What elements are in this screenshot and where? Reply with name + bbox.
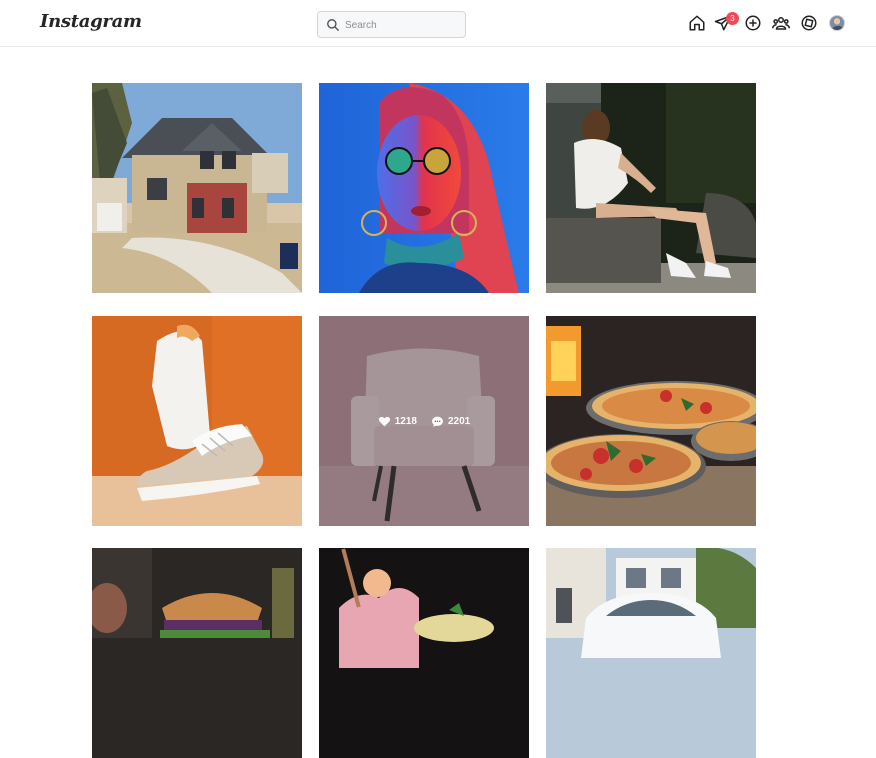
house-photo: [92, 83, 302, 293]
instagram-logo[interactable]: Instagram: [40, 11, 142, 32]
comments-stat: 2201: [431, 415, 470, 428]
white-car-photo: [546, 548, 756, 758]
woman-sitting-photo: [546, 83, 756, 293]
search-box[interactable]: [317, 11, 466, 38]
new-post-icon[interactable]: [744, 14, 762, 32]
sneaker-photo: [92, 316, 302, 526]
post-tile-sneaker[interactable]: [92, 316, 302, 526]
likes-count: 1218: [394, 415, 417, 427]
portrait-photo: [319, 83, 529, 293]
comment-icon: [432, 416, 443, 427]
post-tile-portrait[interactable]: [319, 83, 529, 293]
post-tile-chair[interactable]: 1218 2201: [319, 316, 529, 526]
home-icon[interactable]: [688, 14, 706, 32]
search-icon: [327, 19, 339, 31]
post-tile-pizza[interactable]: [546, 316, 756, 526]
post-tile-drinks[interactable]: [319, 548, 529, 758]
people-icon[interactable]: [772, 14, 790, 32]
likes-stat: 1218: [378, 415, 417, 428]
heart-icon: [378, 416, 390, 426]
avatar[interactable]: [829, 15, 845, 31]
search-input[interactable]: [345, 16, 457, 34]
post-tile-white-car[interactable]: [546, 548, 756, 758]
post-tile-house[interactable]: [92, 83, 302, 293]
post-tile-woman-sitting[interactable]: [546, 83, 756, 293]
top-navigation-bar: Instagram 3: [0, 0, 876, 47]
explore-icon[interactable]: [800, 14, 818, 32]
post-tile-burger[interactable]: [92, 548, 302, 758]
hover-overlay: 1218 2201: [319, 316, 529, 526]
pizza-photo: [546, 316, 756, 526]
drinks-photo: [319, 548, 529, 758]
burger-photo: [92, 548, 302, 758]
comments-count: 2201: [448, 415, 471, 427]
notification-badge: 3: [726, 12, 739, 25]
